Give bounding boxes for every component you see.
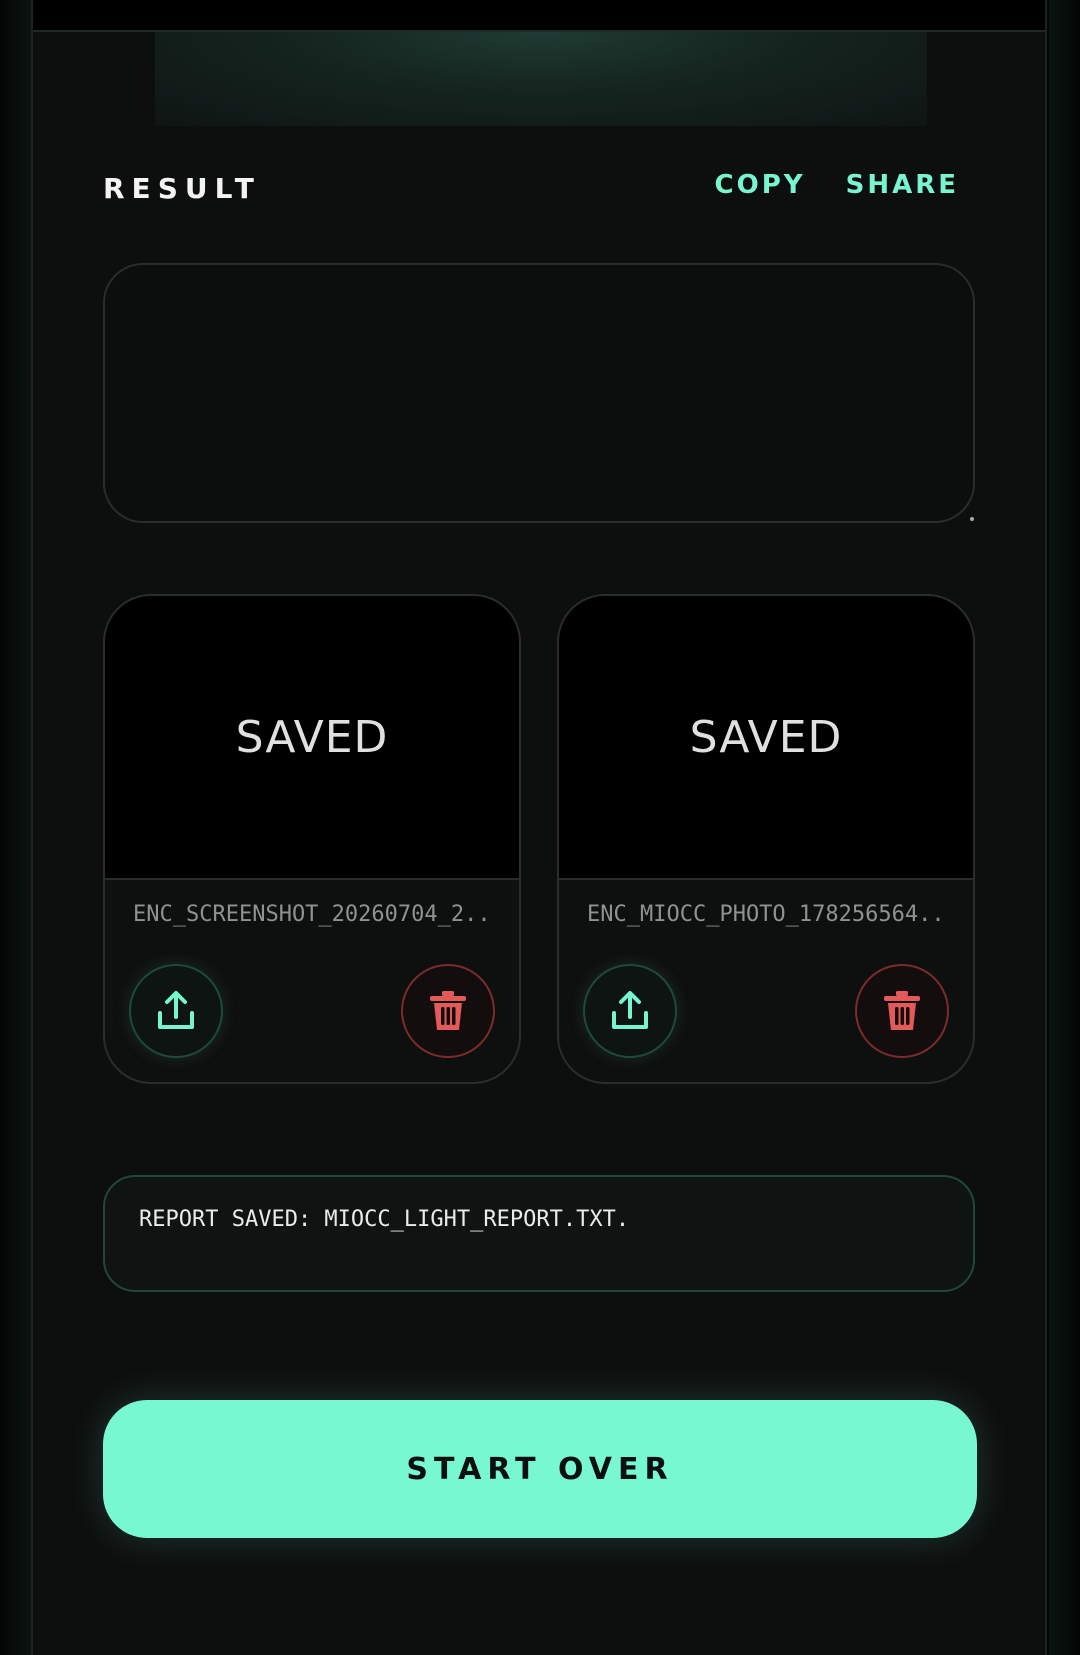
top-bar	[33, 0, 1045, 32]
result-textarea[interactable]	[103, 263, 975, 523]
result-actions: COPY SHARE	[715, 170, 959, 200]
share-file-button[interactable]	[583, 964, 677, 1058]
file-preview[interactable]: SAVED	[105, 596, 519, 880]
file-card: SAVED ENC_MIOCC_PHOTO_178256564...	[557, 594, 975, 1084]
result-header: RESULT COPY SHARE	[103, 168, 959, 212]
copy-button[interactable]: COPY	[715, 170, 806, 200]
status-message: REPORT SAVED: MIOCC_LIGHT_REPORT.TXT.	[139, 1207, 630, 1232]
file-name: ENC_SCREENSHOT_20260704_2...	[133, 902, 491, 927]
preview-label: SAVED	[689, 711, 843, 763]
delete-file-button[interactable]	[401, 964, 495, 1058]
start-over-label: START OVER	[406, 1451, 674, 1487]
main-panel: RESULT COPY SHARE SAVED ENC_SCREENSHOT_2…	[31, 0, 1047, 1655]
share-file-button[interactable]	[129, 964, 223, 1058]
right-edge	[1049, 0, 1080, 1655]
file-card: SAVED ENC_SCREENSHOT_20260704_2...	[103, 594, 521, 1084]
share-upload-icon	[158, 991, 194, 1029]
share-button[interactable]: SHARE	[846, 170, 959, 200]
result-title: RESULT	[103, 172, 261, 205]
top-glow	[155, 32, 927, 126]
file-preview[interactable]: SAVED	[559, 596, 973, 880]
delete-file-button[interactable]	[855, 964, 949, 1058]
share-upload-icon	[612, 991, 648, 1029]
start-over-button[interactable]: START OVER	[103, 1400, 977, 1538]
status-message-box: REPORT SAVED: MIOCC_LIGHT_REPORT.TXT.	[103, 1175, 975, 1292]
preview-label: SAVED	[235, 711, 389, 763]
left-edge	[0, 0, 31, 1655]
resize-handle[interactable]	[970, 517, 974, 521]
file-name: ENC_MIOCC_PHOTO_178256564...	[587, 902, 945, 927]
trash-icon	[430, 991, 466, 1030]
trash-icon	[884, 991, 920, 1030]
